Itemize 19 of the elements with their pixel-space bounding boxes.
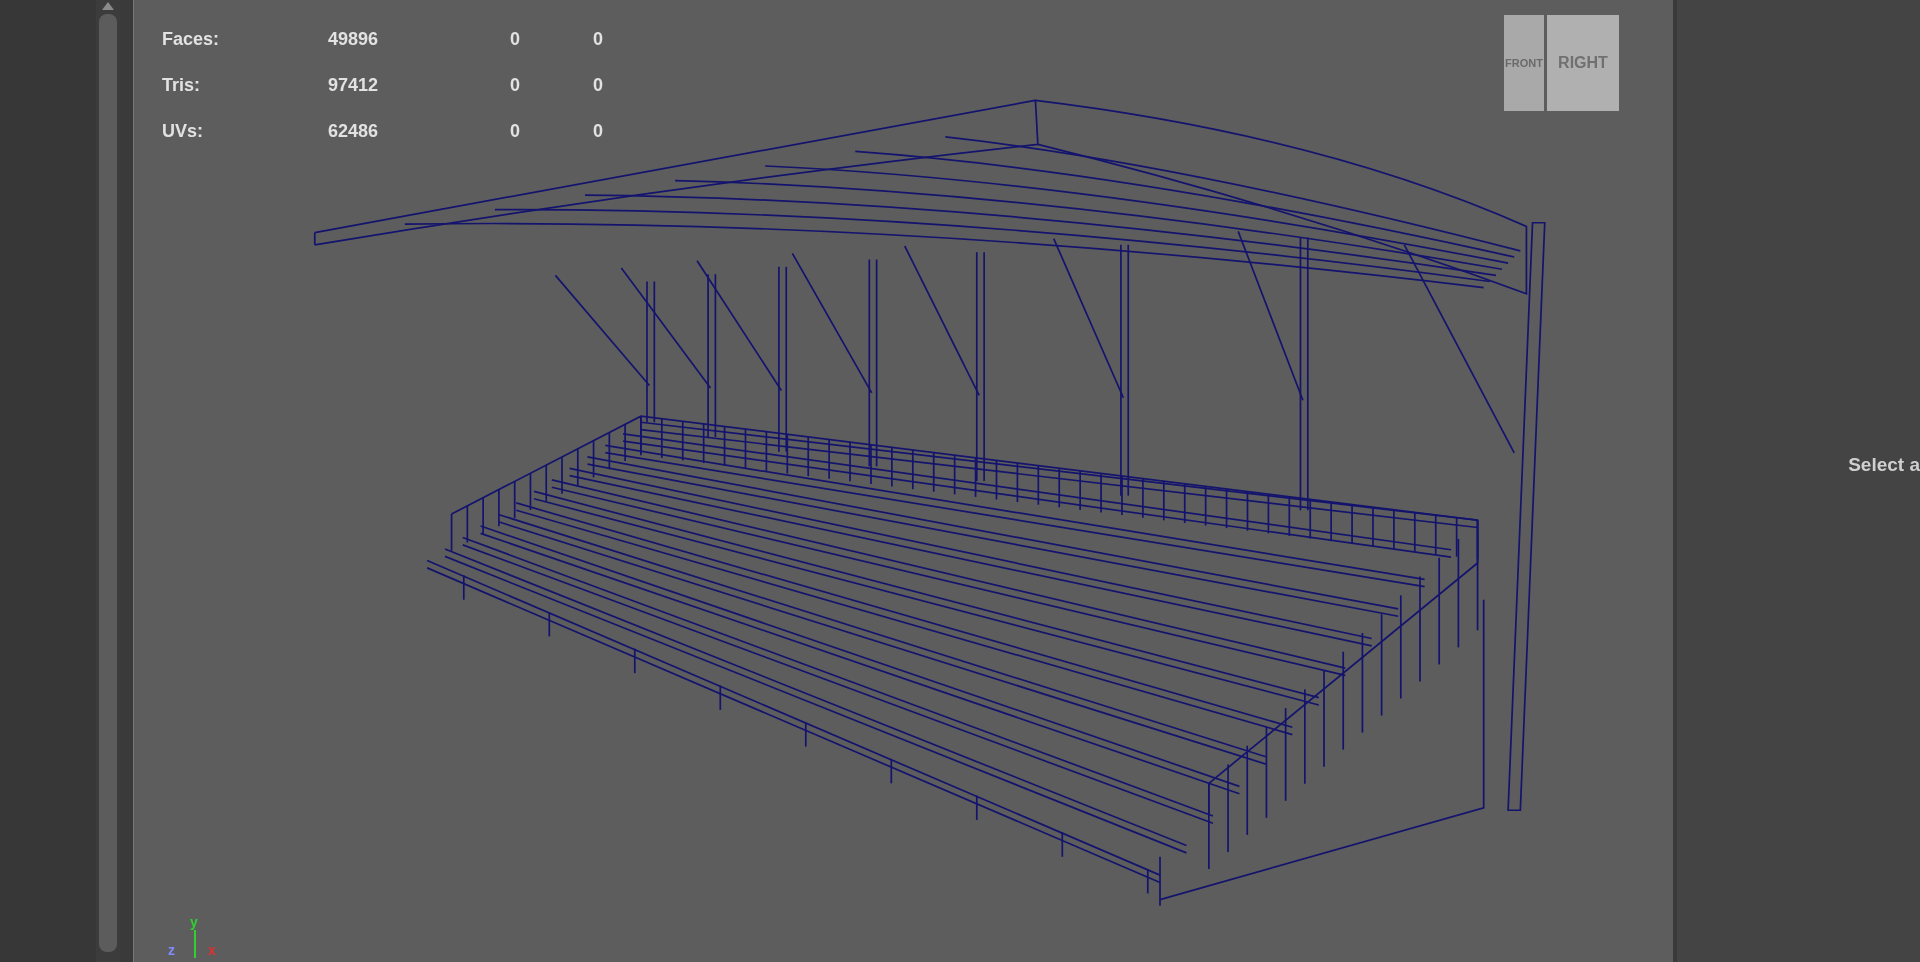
stat-value: 49896 [328,28,380,51]
axis-indicator: y z x [168,913,217,958]
scroll-up-arrow-icon[interactable] [102,2,114,10]
scrollbar-thumb[interactable] [99,14,117,952]
stat-value: 0 [592,28,604,51]
stat-value: 0 [592,120,604,143]
stat-value: 0 [592,74,604,97]
stat-label: Tris: [162,74,201,97]
stat-value: 0 [509,28,521,51]
stat-value: 0 [509,74,521,97]
stat-label: UVs: [162,120,204,143]
stat-label: Faces: [162,28,221,51]
stat-value: 0 [509,120,521,143]
cube-face-label: FRONT [1505,55,1543,71]
stat-value: 97412 [328,74,380,97]
cube-face-label: RIGHT [1558,53,1608,73]
3d-viewport[interactable]: Faces: 49896 0 0 Tris: 97412 0 0 UVs: 62486 0 0 FRONT RIGHT y z x [134,0,1677,962]
panel-hint-text: Select a [1848,452,1920,477]
stat-value: 62486 [328,120,380,143]
